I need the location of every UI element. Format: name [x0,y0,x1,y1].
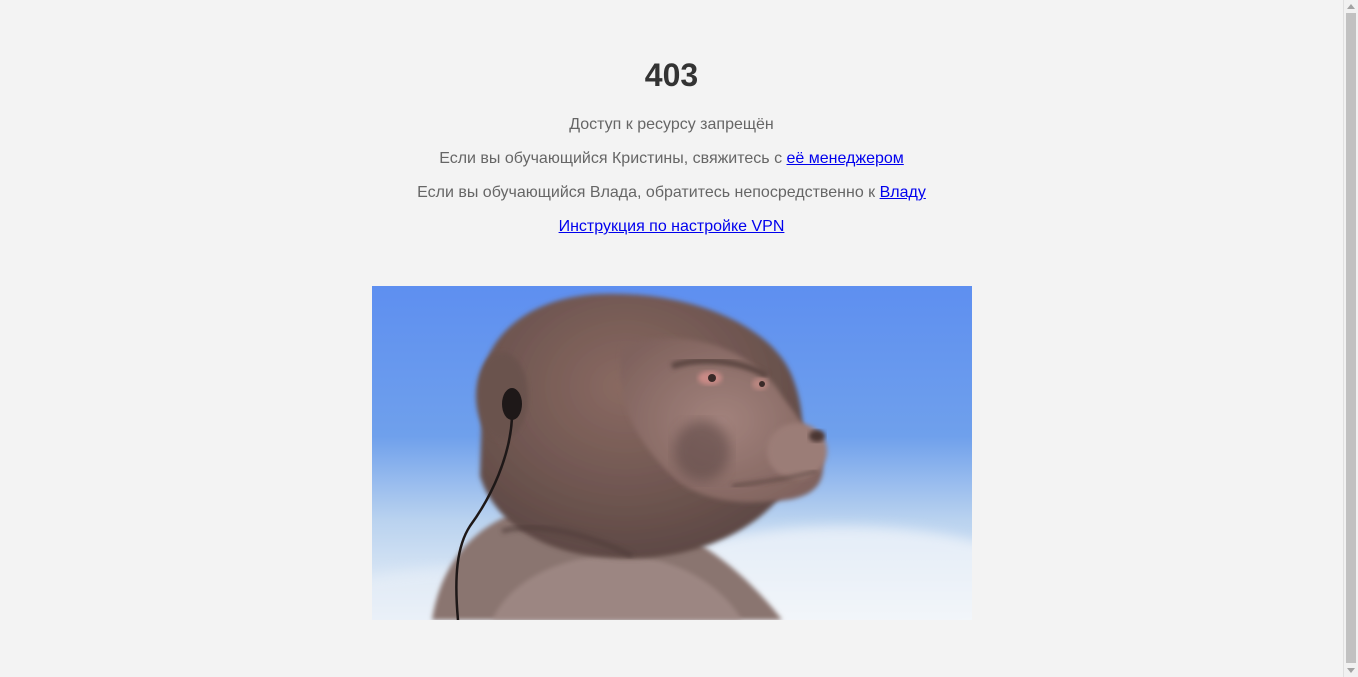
vpn-instructions-link[interactable]: Инструкция по настройке VPN [559,218,785,235]
error-page: 403 Доступ к ресурсу запрещён Если вы об… [0,0,1343,677]
access-denied-message: Доступ к ресурсу запрещён [569,116,774,133]
kristina-note-text: Если вы обучающийся Кристины, свяжитесь … [439,150,787,167]
vlad-students-note: Если вы обучающийся Влада, обратитесь не… [0,183,1343,203]
monkey-gif-image [372,286,972,620]
vpn-instructions-line: Инструкция по настройке VPN [0,217,1343,237]
scroll-down-arrow-icon[interactable] [1347,668,1355,673]
scroll-up-arrow-icon[interactable] [1347,4,1355,9]
manager-link[interactable]: её менеджером [787,150,904,167]
kristina-students-note: Если вы обучающийся Кристины, свяжитесь … [0,149,1343,169]
vertical-scrollbar[interactable] [1343,0,1358,677]
vlad-link[interactable]: Владу [880,184,926,201]
vlad-note-text: Если вы обучающийся Влада, обратитесь не… [417,184,880,201]
error-code: 403 [644,57,699,93]
scroll-thumb[interactable] [1346,13,1356,663]
